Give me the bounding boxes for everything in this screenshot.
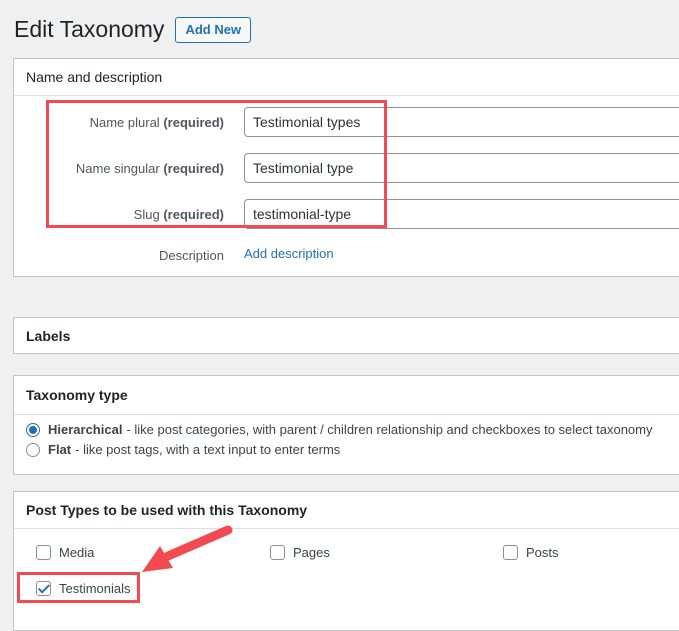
slug-input[interactable] [244,199,679,229]
name-description-heading: Name and description [14,59,679,96]
name-plural-input[interactable] [244,107,679,137]
description-label: Description [158,247,224,263]
radio-hierarchical-name: Hierarchical [48,422,123,437]
slug-label: Slug (required) [133,206,224,222]
name-plural-row: Name plural (required) [14,107,679,137]
post-types-box: Post Types to be used with this Taxonomy… [13,491,679,631]
checkbox-media[interactable]: Media [36,545,94,560]
taxonomy-type-box: Taxonomy type Hierarchical - like post c… [13,375,679,475]
radio-hierarchical-input[interactable] [26,422,40,437]
radio-flat-name: Flat [48,442,72,457]
radio-flat-desc: - like post tags, with a text input to e… [75,442,341,457]
checkbox-posts[interactable]: Posts [503,545,559,560]
name-plural-label: Name plural (required) [89,114,224,130]
add-description-link[interactable]: Add description [244,246,334,261]
checkbox-testimonials-input[interactable] [36,581,51,596]
description-row: Description Add description [14,245,334,265]
radio-flat[interactable]: Flat - like post tags, with a text input… [26,442,340,457]
checkbox-testimonials-label: Testimonials [59,581,131,596]
radio-hierarchical[interactable]: Hierarchical - like post categories, wit… [26,422,653,437]
name-singular-row: Name singular (required) [14,153,679,183]
page-title: Edit Taxonomy [14,16,165,42]
post-types-heading: Post Types to be used with this Taxonomy [14,492,679,529]
labels-heading[interactable]: Labels [14,318,679,354]
checkbox-testimonials[interactable]: Testimonials [36,581,131,596]
checkbox-pages[interactable]: Pages [270,545,330,560]
slug-row: Slug (required) [14,199,679,229]
radio-hierarchical-desc: - like post categories, with parent / ch… [126,422,653,437]
checkbox-pages-input[interactable] [270,545,285,560]
checkbox-posts-input[interactable] [503,545,518,560]
name-description-box: Name and description Name plural (requir… [13,58,679,277]
checkbox-media-input[interactable] [36,545,51,560]
add-new-button[interactable]: Add New [175,16,252,43]
name-singular-input[interactable] [244,153,679,183]
radio-flat-input[interactable] [26,442,40,457]
labels-box[interactable]: Labels [13,317,679,354]
name-singular-label: Name singular (required) [75,160,224,176]
checkbox-pages-label: Pages [293,545,330,560]
page-header: Edit Taxonomy Add New [14,15,252,44]
checkbox-media-label: Media [59,545,95,560]
checkbox-posts-label: Posts [526,545,559,560]
taxonomy-type-heading: Taxonomy type [14,376,679,415]
